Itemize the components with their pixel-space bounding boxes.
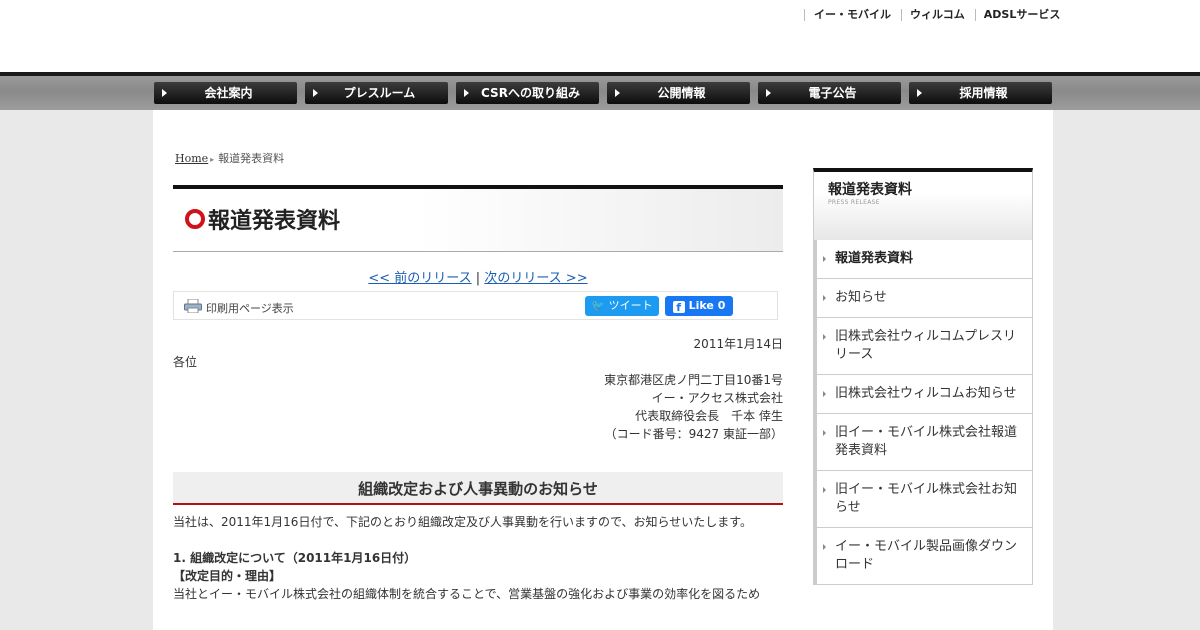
sidebar-item-label: 旧株式会社ウィルコムプレスリリース (835, 329, 1016, 362)
sender-company: イー・アクセス株式会社 (651, 391, 783, 405)
breadcrumb: Home ▸ 報道発表資料 (175, 150, 284, 166)
bullet-icon (823, 295, 826, 301)
sidebar-item-product-images[interactable]: イー・モバイル製品画像ダウンロード (817, 528, 1032, 585)
release-nav-separator: | (475, 271, 481, 286)
top-links: イー・モバイル ウィルコム ADSLサービス (804, 9, 1070, 21)
sidebar: 報道発表資料 PRESS RELEASE 報道発表資料 お知らせ 旧株式会社ウィ… (813, 168, 1033, 585)
sidebar-item-label: 旧イー・モバイル株式会社お知らせ (835, 482, 1018, 515)
bullet-icon (823, 430, 826, 436)
bullet-icon (823, 487, 826, 493)
tweet-button[interactable]: 🐦 ツイート (585, 296, 659, 316)
arrow-right-icon (464, 89, 469, 97)
arrow-right-icon (766, 89, 771, 97)
nav-item-disclosure[interactable]: 公開情報 (607, 82, 750, 104)
sidebar-item-label: 報道発表資料 (835, 251, 914, 266)
nav-label: 採用情報 (959, 86, 1008, 100)
notice-intro: 当社は、2011年1月16日付で、下記のとおり組織改定及び人事異動を行いますので… (173, 515, 753, 529)
sidebar-item-news[interactable]: お知らせ (817, 279, 1032, 318)
prev-release-link[interactable]: << 前のリリース (368, 271, 471, 286)
page-title-box: 報道発表資料 (173, 185, 783, 252)
arrow-right-icon (917, 89, 922, 97)
sidebar-item-label: 旧株式会社ウィルコムお知らせ (835, 386, 1017, 401)
sidebar-item-label: お知らせ (835, 290, 887, 305)
nav-item-recruit[interactable]: 採用情報 (909, 82, 1052, 104)
printer-icon (184, 299, 202, 313)
section1-heading: 1. 組織改定について（2011年1月16日付） (173, 551, 417, 565)
notice-body: 当社は、2011年1月16日付で、下記のとおり組織改定及び人事異動を行いますので… (173, 513, 778, 603)
breadcrumb-current: 報道発表資料 (218, 152, 285, 165)
nav-label: 電子公告 (808, 86, 857, 100)
purpose-text: 当社とイー・モバイル株式会社の組織体制を統合することで、営業基盤の強化および事業… (173, 587, 761, 601)
breadcrumb-separator-icon: ▸ (210, 155, 215, 164)
notice-heading-box: 組織改定および人事異動のお知らせ (173, 472, 783, 505)
sender-representative: 代表取締役会長 千本 倖生 (635, 409, 783, 423)
page-title: 報道発表資料 (208, 209, 341, 234)
top-link-emobile[interactable]: イー・モバイル (804, 9, 901, 21)
sidebar-subtitle: PRESS RELEASE (828, 199, 880, 206)
sidebar-header: 報道発表資料 PRESS RELEASE (813, 168, 1033, 240)
sender-block: 東京都港区虎ノ門二丁目10番1号 イー・アクセス株式会社 代表取締役会長 千本 … (173, 371, 783, 443)
next-release-link[interactable]: 次のリリース >> (484, 271, 587, 286)
sidebar-item-willcom-news[interactable]: 旧株式会社ウィルコムお知らせ (817, 375, 1032, 414)
arrow-right-icon (162, 89, 167, 97)
nav-label: 公開情報 (657, 86, 706, 100)
bullet-icon (823, 544, 826, 550)
notice-title: 組織改定および人事異動のお知らせ (358, 480, 598, 498)
purpose-heading: 【改定目的・理由】 (173, 569, 282, 583)
release-nav: << 前のリリース | 次のリリース >> (173, 267, 783, 286)
print-page-link[interactable]: 印刷用ページ表示 (206, 300, 294, 316)
nav-item-company[interactable]: 会社案内 (154, 82, 297, 104)
facebook-icon: f (672, 301, 685, 314)
sender-code: （コード番号：9427 東証一部） (604, 427, 783, 441)
sidebar-title: 報道発表資料 (828, 182, 912, 198)
tweet-label: ツイート (608, 299, 653, 312)
top-link-willcom[interactable]: ウィルコム (901, 9, 975, 21)
top-link-adsl[interactable]: ADSLサービス (974, 9, 1071, 21)
sidebar-item-emobile-press[interactable]: 旧イー・モバイル株式会社報道発表資料 (817, 414, 1032, 471)
like-button[interactable]: f Like 0 (665, 296, 733, 316)
nav-item-csr[interactable]: CSRへの取り組み (456, 82, 599, 104)
sidebar-item-emobile-news[interactable]: 旧イー・モバイル株式会社お知らせ (817, 471, 1032, 528)
arrow-right-icon (615, 89, 620, 97)
nav-label: プレスルーム (343, 86, 416, 100)
nav-item-e-notice[interactable]: 電子公告 (758, 82, 901, 104)
addressee: 各位 (173, 355, 198, 369)
bird-icon: 🐦 (591, 299, 609, 312)
nav-item-pressroom[interactable]: プレスルーム (305, 82, 448, 104)
global-nav: 会社案内 プレスルーム CSRへの取り組み 公開情報 電子公告 採用情報 (154, 82, 1052, 104)
release-date: 2011年1月14日 (693, 337, 783, 351)
bullet-icon (823, 391, 826, 397)
sidebar-item-label: イー・モバイル製品画像ダウンロード (835, 539, 1018, 572)
sidebar-list: 報道発表資料 お知らせ 旧株式会社ウィルコムプレスリリース 旧株式会社ウィルコム… (813, 240, 1033, 585)
bullet-icon (823, 256, 826, 262)
arrow-right-icon (313, 89, 318, 97)
circle-icon (185, 209, 205, 229)
nav-label: CSRへの取り組み (481, 86, 580, 100)
share-toolbar: 印刷用ページ表示 🐦 ツイート f Like 0 (173, 291, 778, 320)
breadcrumb-home[interactable]: Home (175, 152, 208, 165)
site-header: イー・モバイル ウィルコム ADSLサービス (0, 0, 1200, 72)
sidebar-item-label: 旧イー・モバイル株式会社報道発表資料 (835, 425, 1018, 458)
sidebar-item-willcom-press[interactable]: 旧株式会社ウィルコムプレスリリース (817, 318, 1032, 375)
bullet-icon (823, 334, 826, 340)
main-content: Home ▸ 報道発表資料 報道発表資料 << 前のリリース | 次のリリース >>… (153, 110, 1053, 630)
sidebar-item-press-release[interactable]: 報道発表資料 (817, 240, 1032, 279)
nav-label: 会社案内 (204, 86, 253, 100)
sender-address: 東京都港区虎ノ門二丁目10番1号 (604, 373, 783, 387)
like-label: Like 0 (688, 299, 726, 312)
